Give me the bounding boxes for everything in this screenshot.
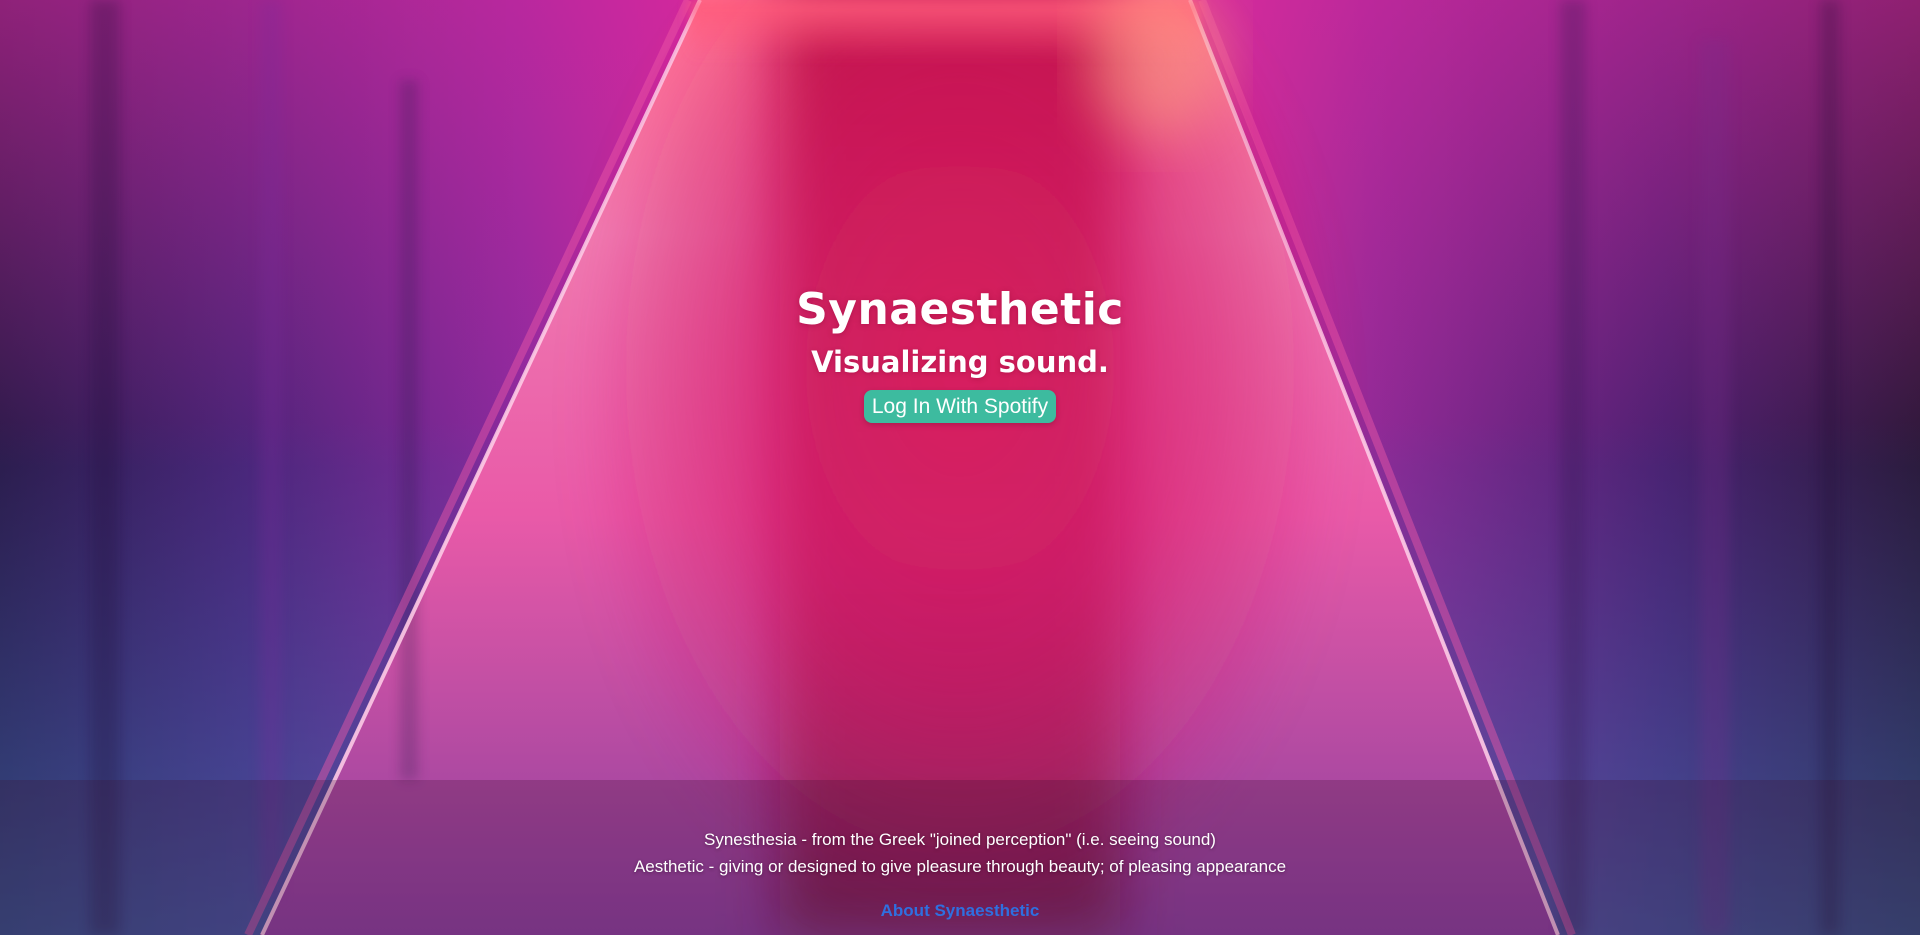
about-section: About Synaesthetic (0, 898, 1920, 924)
definitions-section: Synesthesia - from the Greek "joined per… (0, 826, 1920, 880)
spotify-login-button[interactable]: Log In With Spotify (863, 390, 1057, 423)
aesthetic-definition: Aesthetic - giving or designed to give p… (633, 857, 1287, 876)
about-synaesthetic-link[interactable]: About Synaesthetic (881, 901, 1040, 920)
app-title: Synaesthetic (796, 284, 1124, 335)
landing-page: Synaesthetic Visualizing sound. Log In W… (0, 0, 1920, 935)
app-tagline: Visualizing sound. (811, 345, 1109, 379)
synesthesia-definition: Synesthesia - from the Greek "joined per… (704, 830, 1216, 849)
corridor-background-image (0, 0, 1920, 935)
hero-section: Synaesthetic Visualizing sound. Log In W… (0, 280, 1920, 423)
